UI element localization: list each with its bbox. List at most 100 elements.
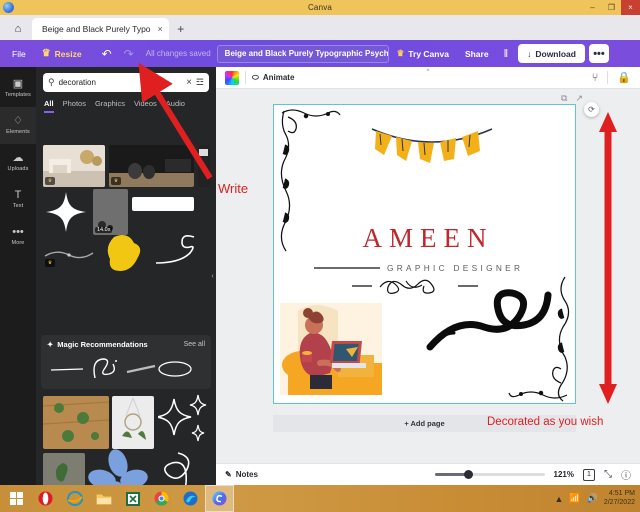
result-thumbnail[interactable] (43, 396, 109, 449)
result-thumbnail[interactable]: ♛ (43, 239, 95, 269)
volume-icon[interactable]: 🔊 (587, 493, 598, 504)
show-hidden-icon[interactable]: ▲ (554, 494, 563, 504)
internet-explorer-icon[interactable] (60, 485, 89, 512)
search-results: ♛ ♛ 14.0s ♛ ✦ Magic Recommendations See … (36, 113, 216, 485)
position-icon[interactable]: ⑂ (592, 72, 599, 84)
try-canva-pro-button[interactable]: ♛ Try Canva (389, 44, 457, 64)
canvas-stage[interactable]: ⧉ ↗ AMEEN GRAPHIC DESIGNER ⟳ + Add page (216, 89, 640, 463)
lock-icon[interactable]: 🔒 (617, 71, 631, 84)
collapse-panel-tab[interactable]: ^ (407, 67, 449, 76)
filter-icon[interactable]: ☲ (196, 77, 204, 88)
search-input[interactable]: ⚲ decoration × ☲ (43, 73, 209, 92)
tab-audio[interactable]: Audio (166, 99, 185, 113)
divider (245, 71, 246, 84)
home-icon[interactable]: ⌂ (4, 18, 32, 40)
elements-panel: ⚲ decoration × ☲ All Photos Graphics Vid… (36, 67, 216, 485)
panel-collapse-handle[interactable]: ‹ (209, 257, 216, 295)
share-page-icon[interactable]: ↗ (575, 93, 583, 104)
result-thumbnail[interactable] (98, 231, 146, 277)
tab-all[interactable]: All (44, 99, 54, 113)
taskbar-clock[interactable]: 4:51 PM 2/27/2022 (604, 490, 635, 508)
result-thumbnail[interactable] (132, 197, 194, 211)
result-thumbnail[interactable] (112, 396, 154, 449)
rotate-handle[interactable]: ⟳ (584, 102, 599, 117)
search-row: ⚲ decoration × ☲ (36, 67, 216, 96)
sidebar-item-text[interactable]: T Text (0, 181, 36, 218)
zoom-slider[interactable] (434, 470, 545, 479)
maximize-button[interactable]: ❐ (602, 0, 621, 15)
notes-icon: ✎ (225, 470, 232, 479)
zoom-slider-knob[interactable] (463, 470, 473, 479)
editor-status-bar: ^ ✎ Notes 121% 1 ⤡ ⓘ (216, 67, 640, 485)
result-thumbnail[interactable] (88, 449, 150, 485)
chrome-icon[interactable] (147, 485, 176, 512)
result-thumbnail[interactable]: ♛ (109, 145, 194, 187)
system-tray: ▲ 📶 🔊 4:51 PM 2/27/2022 (554, 490, 640, 508)
undo-icon[interactable]: ↶ (96, 47, 118, 61)
browser-tab[interactable]: Beige and Black Purely Typo × (32, 18, 169, 40)
result-thumbnail[interactable] (158, 393, 208, 449)
result-thumbnail[interactable] (152, 233, 198, 269)
share-button[interactable]: Share (457, 44, 497, 64)
design-page[interactable]: AMEEN GRAPHIC DESIGNER (273, 104, 576, 404)
new-tab-icon[interactable]: + (169, 18, 193, 40)
divider (607, 71, 609, 84)
color-picker-swatch[interactable] (225, 70, 239, 85)
file-menu-button[interactable]: File (4, 44, 34, 64)
browser-tab-strip: ⌂ Beige and Black Purely Typo × + (0, 15, 640, 40)
notes-button[interactable]: ✎ Notes (225, 470, 258, 479)
network-icon[interactable]: 📶 (569, 493, 580, 504)
sidebar-item-more[interactable]: ••• More (0, 218, 36, 255)
result-thumbnail[interactable] (198, 145, 210, 187)
redo-icon[interactable]: ↷ (118, 47, 140, 61)
sidebar-item-templates[interactable]: ▣ Templates (0, 70, 36, 107)
fullscreen-icon[interactable]: ⤡ (604, 469, 612, 480)
tab-graphics[interactable]: Graphics (95, 99, 125, 113)
annotation-decorated: Decorated as you wish (487, 416, 604, 428)
result-thumbnail[interactable] (156, 449, 204, 485)
clock-date: 2/27/2022 (603, 498, 635, 506)
more-options-button[interactable]: ••• (588, 44, 609, 63)
file-explorer-icon[interactable] (89, 485, 118, 512)
download-button[interactable]: ↓ Download (518, 44, 585, 63)
help-icon[interactable]: ⓘ (621, 467, 631, 482)
result-thumbnail[interactable]: ♛ (43, 145, 105, 187)
animate-button[interactable]: ⬭ Animate (252, 73, 294, 83)
crown-icon: ♛ (41, 47, 51, 59)
minimize-button[interactable]: – (583, 0, 602, 15)
duplicate-icon[interactable]: ⧉ (561, 93, 567, 104)
magic-previews[interactable] (47, 352, 205, 384)
result-video-thumbnail[interactable]: 29.0s (43, 453, 85, 485)
tab-close-icon[interactable]: × (158, 24, 163, 34)
page-count-indicator[interactable]: 1 (583, 468, 595, 481)
excel-icon[interactable] (118, 485, 147, 512)
tab-videos[interactable]: Videos (134, 99, 157, 113)
result-thumbnail[interactable] (43, 189, 89, 235)
insights-icon[interactable]: ‖ (497, 48, 516, 60)
canvas-quick-tools: ⧉ ↗ (561, 93, 583, 104)
canva-icon[interactable] (205, 485, 234, 512)
sidebar-item-uploads[interactable]: ☁ Uploads (0, 144, 36, 181)
opera-icon[interactable] (31, 485, 60, 512)
clear-search-icon[interactable]: × (186, 77, 192, 88)
design-title[interactable]: AMEEN (274, 223, 575, 254)
pro-badge: ♛ (45, 177, 55, 185)
start-icon[interactable] (2, 485, 31, 512)
context-toolbar-right: ⑂ 🔒 (592, 71, 631, 84)
result-video-thumbnail[interactable]: 14.0s (93, 189, 128, 235)
templates-icon: ▣ (12, 78, 24, 90)
resize-button[interactable]: ♛ Resize (34, 44, 90, 64)
design-subtitle-row[interactable]: GRAPHIC DESIGNER (314, 263, 557, 273)
search-icon: ⚲ (48, 77, 55, 87)
panel-tabs: All Photos Graphics Videos Audio (36, 96, 216, 113)
tab-photos[interactable]: Photos (63, 99, 86, 113)
annotation-write: Write (218, 181, 249, 196)
crown-icon: ♛ (396, 48, 405, 58)
document-name-field[interactable]: Beige and Black Purely Typographic Psych… (216, 44, 389, 63)
magic-recommendations-card: ✦ Magic Recommendations See all (41, 335, 211, 389)
sidebar-item-elements[interactable]: ♢ Elements (0, 107, 36, 144)
close-button[interactable]: × (621, 0, 640, 15)
sidebar-rail: ▣ Templates ♢ Elements ☁ Uploads T Text … (0, 67, 36, 485)
see-all-link[interactable]: See all (184, 341, 205, 348)
edge-icon[interactable] (176, 485, 205, 512)
